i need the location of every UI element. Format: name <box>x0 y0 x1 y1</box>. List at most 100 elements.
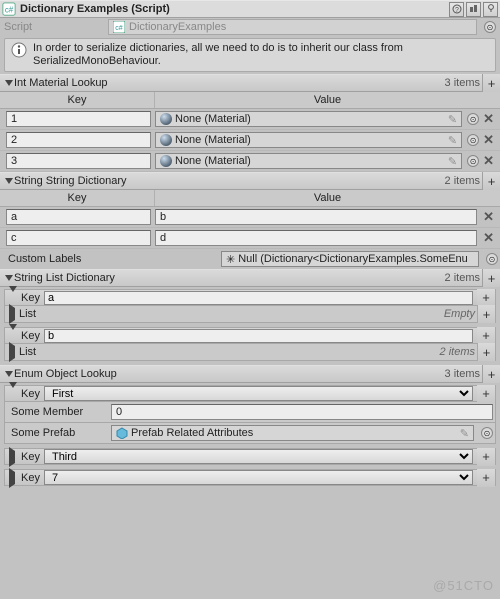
entry-key-row[interactable]: Key + <box>4 289 496 306</box>
enum-key-row[interactable]: Key Third + <box>4 448 496 465</box>
enum-entry-collapsed: Key Third + <box>4 448 496 465</box>
enum-key-select[interactable]: Third <box>44 449 473 464</box>
table-row: 3 None (Material) ✎ ⊙ ✕ <box>0 151 500 172</box>
object-picker-icon[interactable]: ⊙ <box>481 427 493 439</box>
material-field[interactable]: None (Material) ✎ <box>155 153 462 169</box>
object-picker-icon[interactable]: ⊙ <box>486 253 498 265</box>
key-input[interactable]: 3 <box>6 153 151 169</box>
list-summary-row[interactable]: List Empty + <box>4 306 496 323</box>
some-prefab-field[interactable]: Prefab Related Attributes ✎ <box>111 425 474 441</box>
pencil-icon: ✎ <box>448 113 457 126</box>
kv-column-header: Key Value <box>0 92 500 109</box>
list-type-label: List <box>19 346 440 358</box>
table-row: 1 None (Material) ✎ ⊙ ✕ <box>0 109 500 130</box>
value-input[interactable]: b <box>155 209 477 225</box>
value-column-label: Value <box>155 190 500 206</box>
enum-object-header[interactable]: Enum Object Lookup 3 items + <box>0 365 500 383</box>
null-icon: ✳ <box>226 253 235 266</box>
enum-entry-collapsed: Key 7 + <box>4 469 496 486</box>
remove-button[interactable]: ✕ <box>479 153 498 169</box>
enum-key-row[interactable]: Key First + <box>4 385 496 402</box>
custom-labels-label: Custom Labels <box>2 253 217 265</box>
key-input[interactable] <box>44 329 473 343</box>
list-type-label: List <box>19 308 444 320</box>
item-count: 2 items <box>445 175 480 187</box>
section-title: String String Dictionary <box>14 175 445 187</box>
object-picker-icon[interactable]: ⊙ <box>484 21 496 33</box>
list-entry: Key + List Empty + <box>4 289 496 323</box>
enum-key-row[interactable]: Key 7 + <box>4 469 496 486</box>
object-picker-icon[interactable]: ⊙ <box>467 155 479 167</box>
list-summary-row[interactable]: List 2 items + <box>4 344 496 361</box>
add-button[interactable]: + <box>477 448 495 466</box>
string-list-header[interactable]: String List Dictionary 2 items + <box>0 269 500 287</box>
watermark: @51CTO <box>433 578 494 593</box>
preset-button[interactable] <box>466 2 481 17</box>
material-value: None (Material) <box>175 113 251 125</box>
info-icon <box>11 42 27 58</box>
table-row: 2 None (Material) ✎ ⊙ ✕ <box>0 130 500 151</box>
list-entry: Key + List 2 items + <box>4 327 496 361</box>
key-column-label: Key <box>0 92 155 108</box>
prefab-value: Prefab Related Attributes <box>131 427 253 439</box>
list-count: 2 items <box>440 346 475 358</box>
foldout-icon <box>4 275 14 281</box>
script-name: DictionaryExamples <box>129 21 226 33</box>
object-picker-icon[interactable]: ⊙ <box>467 113 479 125</box>
table-row: a b ✕ <box>0 207 500 228</box>
add-button[interactable]: + <box>477 305 495 323</box>
int-material-header[interactable]: Int Material Lookup 3 items + <box>0 74 500 92</box>
remove-button[interactable]: ✕ <box>479 111 498 127</box>
key-input[interactable] <box>44 291 473 305</box>
entry-key-row[interactable]: Key + <box>4 327 496 344</box>
some-member-input[interactable]: 0 <box>111 404 493 420</box>
add-button[interactable]: + <box>477 385 495 403</box>
add-button[interactable]: + <box>477 327 495 345</box>
kv-column-header: Key Value <box>0 190 500 207</box>
add-button[interactable]: + <box>477 343 495 361</box>
add-button[interactable]: + <box>482 74 500 92</box>
prefab-icon <box>116 427 128 439</box>
material-field[interactable]: None (Material) ✎ <box>155 132 462 148</box>
component-title: Dictionary Examples (Script) <box>20 3 447 15</box>
some-member-row: Some Member 0 <box>4 402 496 423</box>
key-label: Key <box>21 451 40 463</box>
add-button[interactable]: + <box>477 469 495 487</box>
csharp-mini-icon: c# <box>113 21 125 33</box>
key-input[interactable]: c <box>6 230 151 246</box>
foldout-icon <box>9 292 19 304</box>
add-button[interactable]: + <box>482 172 500 190</box>
remove-button[interactable]: ✕ <box>479 209 498 225</box>
key-input[interactable]: 1 <box>6 111 151 127</box>
add-button[interactable]: + <box>482 365 500 383</box>
add-button[interactable]: + <box>482 269 500 287</box>
key-label: Key <box>21 388 40 400</box>
remove-button[interactable]: ✕ <box>479 132 498 148</box>
item-count: 3 items <box>445 77 480 89</box>
enum-key-select[interactable]: 7 <box>44 470 473 485</box>
add-button[interactable]: + <box>477 289 495 307</box>
enum-key-select[interactable]: First <box>44 386 473 401</box>
remove-button[interactable]: ✕ <box>479 230 498 246</box>
item-count: 2 items <box>445 272 480 284</box>
script-field[interactable]: c# DictionaryExamples <box>108 19 477 35</box>
object-picker-icon[interactable]: ⊙ <box>467 134 479 146</box>
context-menu-button[interactable] <box>483 2 498 17</box>
section-title: Enum Object Lookup <box>14 368 445 380</box>
value-input[interactable]: d <box>155 230 477 246</box>
foldout-icon <box>4 80 14 86</box>
foldout-icon <box>9 388 19 400</box>
custom-labels-row: Custom Labels ✳ Null (Dictionary<Diction… <box>0 249 500 269</box>
custom-labels-value: Null (Dictionary<DictionaryExamples.Some… <box>238 253 468 265</box>
string-string-header[interactable]: String String Dictionary 2 items + <box>0 172 500 190</box>
key-input[interactable]: a <box>6 209 151 225</box>
svg-text:c#: c# <box>5 6 14 15</box>
inspector-panel: c# Dictionary Examples (Script) ? Script… <box>0 0 500 486</box>
help-button[interactable]: ? <box>449 2 464 17</box>
material-field[interactable]: None (Material) ✎ <box>155 111 462 127</box>
custom-labels-field[interactable]: ✳ Null (Dictionary<DictionaryExamples.So… <box>221 251 479 267</box>
info-text: In order to serialize dictionaries, all … <box>33 42 489 68</box>
component-titlebar[interactable]: c# Dictionary Examples (Script) ? <box>0 0 500 18</box>
key-input[interactable]: 2 <box>6 132 151 148</box>
info-box: In order to serialize dictionaries, all … <box>4 38 496 72</box>
